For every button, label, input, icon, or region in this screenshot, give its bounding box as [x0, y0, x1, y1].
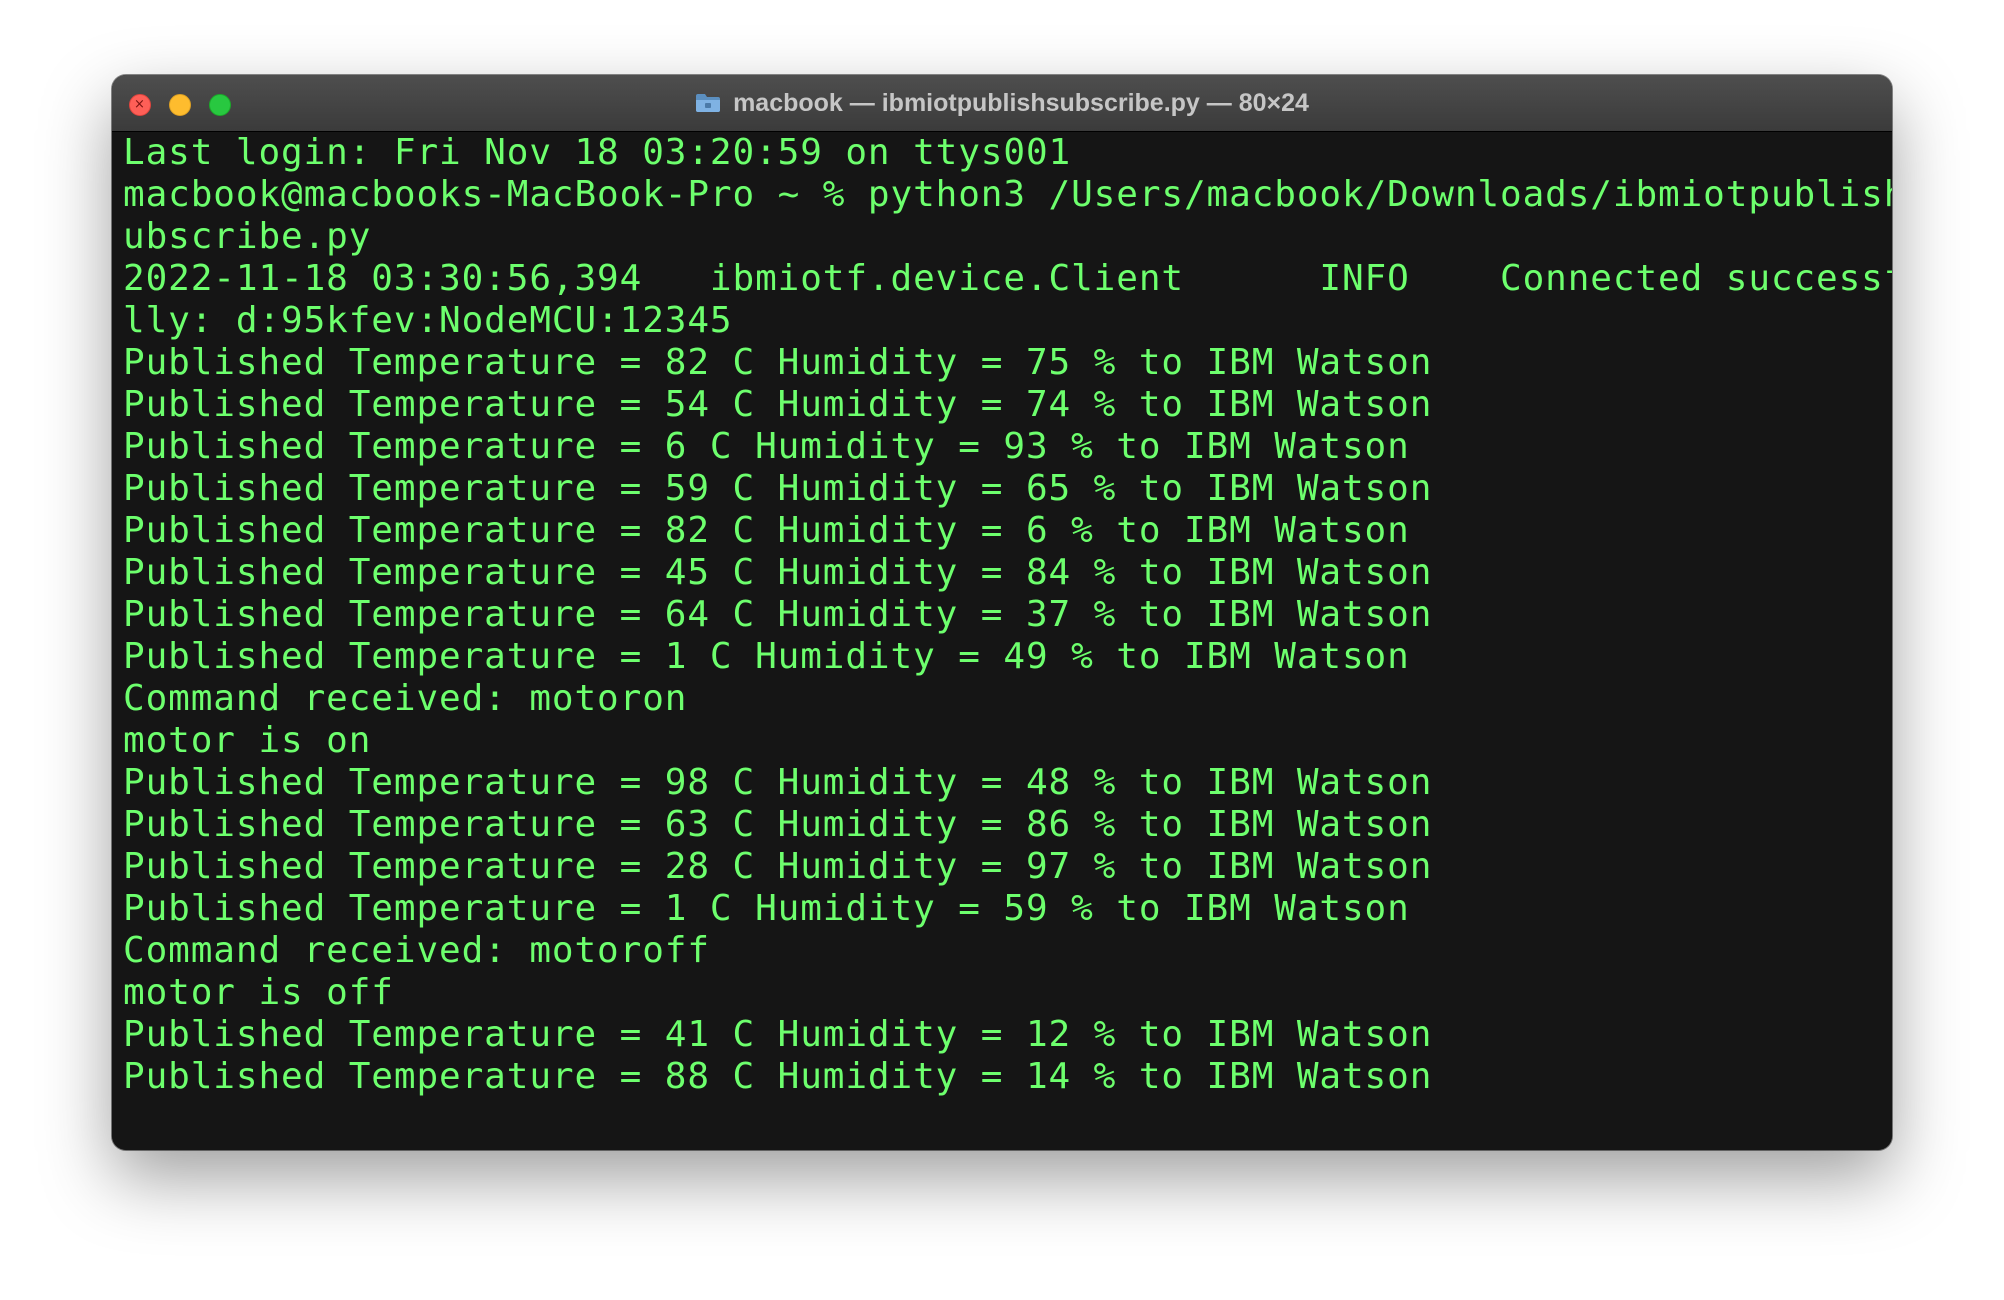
terminal-line: Published Temperature = 28 C Humidity = … [123, 846, 1433, 887]
terminal-line: ubscribe.py [123, 216, 372, 257]
terminal-line: Published Temperature = 1 C Humidity = 4… [123, 636, 1410, 677]
terminal-line: Published Temperature = 88 C Humidity = … [123, 1056, 1433, 1097]
terminal-window: × macbook — ibmiotpublishsubscribe.py — … [112, 75, 1892, 1150]
terminal-line: lly: d:95kfev:NodeMCU:12345 [123, 300, 733, 341]
terminal-line: motor is off [123, 972, 394, 1013]
terminal-line: Published Temperature = 54 C Humidity = … [123, 384, 1433, 425]
window-title: macbook — ibmiotpublishsubscribe.py — 80… [733, 88, 1309, 117]
terminal-line: Published Temperature = 45 C Humidity = … [123, 552, 1433, 593]
terminal-line: Last login: Fri Nov 18 03:20:59 on ttys0… [123, 132, 1072, 173]
terminal-line: 2022-11-18 03:30:56,394 ibmiotf.device.C… [123, 258, 1892, 299]
terminal-line: macbook@macbooks-MacBook-Pro ~ % python3… [123, 174, 1892, 215]
terminal-line: Command received: motoron [123, 678, 688, 719]
terminal-line: Published Temperature = 41 C Humidity = … [123, 1014, 1433, 1055]
title-group: macbook — ibmiotpublishsubscribe.py — 80… [112, 75, 1892, 131]
terminal-lines: Last login: Fri Nov 18 03:20:59 on ttys0… [123, 132, 1892, 1098]
terminal-line: Published Temperature = 1 C Humidity = 5… [123, 888, 1410, 929]
terminal-line: Published Temperature = 98 C Humidity = … [123, 762, 1433, 803]
terminal-line: Command received: motoroff [123, 930, 710, 971]
terminal-output[interactable]: Last login: Fri Nov 18 03:20:59 on ttys0… [112, 132, 1892, 1150]
terminal-line: motor is on [123, 720, 372, 761]
terminal-line: Published Temperature = 59 C Humidity = … [123, 468, 1433, 509]
title-bar[interactable]: × macbook — ibmiotpublishsubscribe.py — … [112, 75, 1892, 132]
terminal-line: Published Temperature = 6 C Humidity = 9… [123, 426, 1410, 467]
terminal-line: Published Temperature = 82 C Humidity = … [123, 510, 1410, 551]
folder-icon [696, 94, 721, 112]
terminal-line: Published Temperature = 64 C Humidity = … [123, 594, 1433, 635]
terminal-line: Published Temperature = 63 C Humidity = … [123, 804, 1433, 845]
terminal-line: Published Temperature = 82 C Humidity = … [123, 342, 1433, 383]
